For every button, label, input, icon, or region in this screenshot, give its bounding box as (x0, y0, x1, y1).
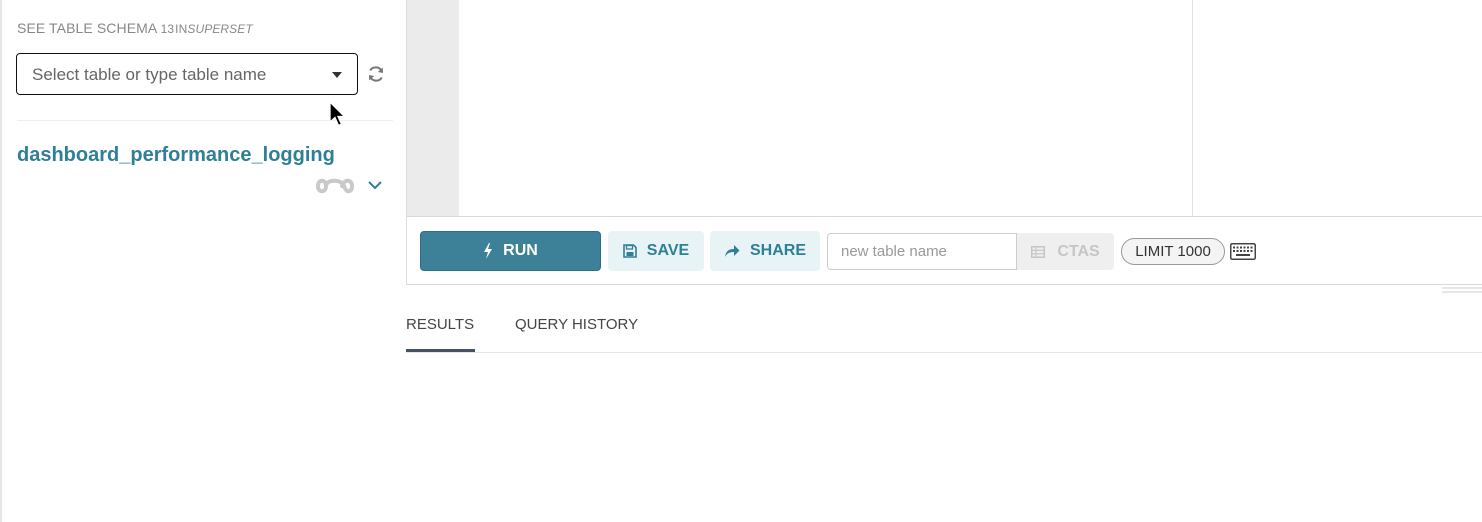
tab-results[interactable]: RESULTS (406, 316, 474, 333)
share-button-label: SHARE (749, 242, 806, 259)
schema-label: SEE TABLE SCHEMA 13 INSUPERSET (17, 20, 253, 36)
table-icon (1031, 245, 1046, 258)
schema-in-text: IN (175, 22, 188, 36)
table-select-placeholder: Select table or type table name (32, 65, 267, 84)
ctas-button[interactable]: CTAS (1017, 233, 1114, 270)
mouse-pointer-icon (329, 100, 346, 127)
results-tabs: RESULTS QUERY HISTORY (406, 306, 1482, 353)
editor-print-margin (1192, 0, 1193, 216)
database-name: SUPERSET (187, 22, 253, 36)
loading-icon (316, 178, 354, 194)
run-button[interactable]: RUN (420, 231, 601, 271)
query-toolbar: RUN SAVE SHARE new table name CTAS LIMIT… (406, 216, 1482, 285)
share-arrow-icon (724, 245, 740, 257)
chevron-down-icon[interactable] (366, 178, 384, 192)
new-table-name-input[interactable]: new table name (827, 233, 1017, 270)
active-tab-indicator (406, 349, 475, 352)
schema-count: 13 (160, 22, 175, 36)
resize-handle-icon[interactable] (1442, 286, 1482, 295)
sql-editor[interactable] (406, 0, 1482, 216)
floppy-disk-icon (622, 244, 637, 258)
caret-down-icon[interactable] (332, 72, 342, 78)
new-table-name-placeholder: new table name (841, 243, 947, 260)
editor-gutter (407, 0, 459, 216)
schema-label-text: SEE TABLE SCHEMA (17, 20, 157, 36)
tab-query-history[interactable]: QUERY HISTORY (515, 316, 638, 333)
save-button-label: SAVE (646, 242, 690, 259)
ctas-button-label: CTAS (1057, 242, 1100, 260)
limit-dropdown[interactable]: LIMIT 1000 (1121, 238, 1225, 265)
refresh-icon[interactable] (366, 64, 386, 84)
selected-table-name[interactable]: dashboard_performance_logging (17, 144, 335, 167)
share-button[interactable]: SHARE (710, 231, 820, 271)
keyboard-icon[interactable] (1230, 243, 1256, 260)
left-sidebar: SEE TABLE SCHEMA 13 INSUPERSET Select ta… (0, 0, 406, 522)
bolt-icon (484, 243, 493, 259)
table-select-dropdown[interactable]: Select table or type table name (16, 53, 358, 95)
save-button[interactable]: SAVE (608, 231, 704, 271)
run-button-label: RUN (503, 242, 538, 259)
